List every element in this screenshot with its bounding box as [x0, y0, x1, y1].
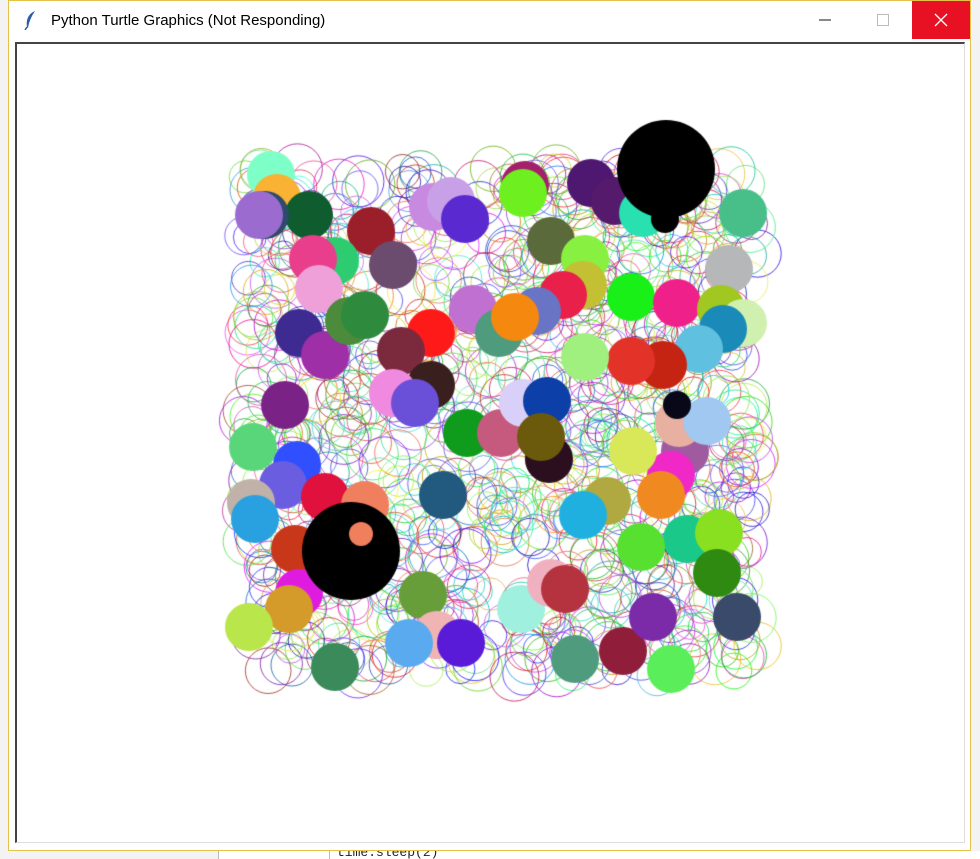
minimize-button[interactable]: [796, 1, 854, 39]
maximize-button[interactable]: [854, 1, 912, 39]
background-editor-window: time.sleep(2): [218, 851, 980, 859]
feather-icon: [19, 8, 43, 32]
minimize-icon: [819, 19, 831, 21]
turtle-canvas-area[interactable]: [15, 42, 965, 843]
title-bar[interactable]: Python Turtle Graphics (Not Responding): [9, 1, 970, 39]
close-icon: [934, 13, 948, 27]
maximize-icon: [877, 14, 889, 26]
window-title: Python Turtle Graphics (Not Responding): [51, 11, 326, 29]
turtle-window: Python Turtle Graphics (Not Responding): [8, 0, 971, 851]
turtle-drawing-canvas: [17, 44, 964, 842]
editor-gutter: [329, 851, 330, 859]
window-controls: [796, 1, 970, 39]
close-button[interactable]: [912, 1, 970, 39]
editor-code-line: time.sleep(2): [337, 851, 439, 859]
